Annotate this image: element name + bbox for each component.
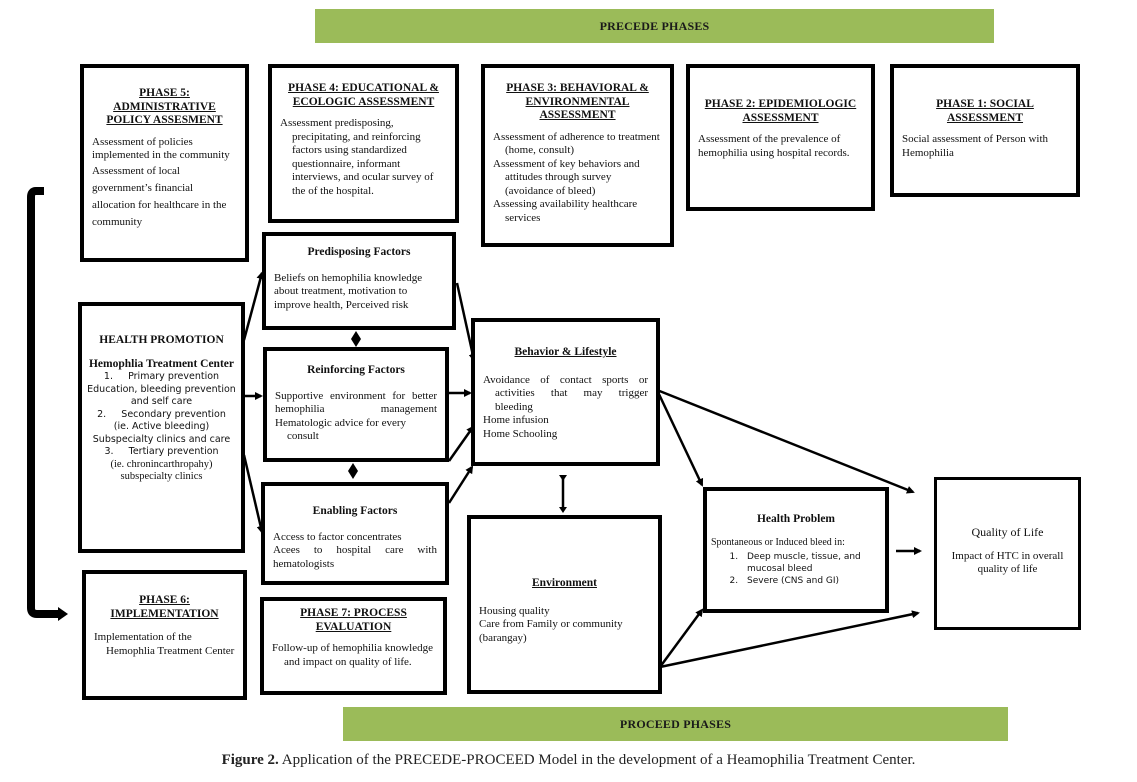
health-promotion-subtitle: Hemophlia Treatment Center xyxy=(88,357,234,370)
behavior-title: Behavior & Lifestyle xyxy=(514,346,617,358)
prevention-item-1-label: Primary prevention xyxy=(128,371,220,382)
behavior-line-1: Avoidance of contact sports or activitie… xyxy=(483,373,648,413)
link-reinforcing-enabling xyxy=(348,463,358,479)
prevention-item-2-detail: (ie. Active bleeding) xyxy=(113,421,210,432)
phase5-box: PHASE 5: ADMINISTRATIVE POLICY ASSESMENT… xyxy=(80,64,249,262)
behavior-line-2: Home infusion xyxy=(483,414,549,426)
figure-caption-text: Application of the PRECEDE-PROCEED Model… xyxy=(278,752,916,768)
prevention-item-3-label: Tertiary prevention xyxy=(128,446,219,457)
phase4-line-1: Assessment predisposing, precipitating, … xyxy=(280,117,434,197)
prevention-item-2: 2. Secondary prevention xyxy=(85,409,238,422)
environment-title: Environment xyxy=(532,577,597,589)
enabling-title: Enabling Factors xyxy=(312,505,398,517)
phase5-line-1: Assessment of policies implemented in th… xyxy=(92,135,230,162)
cycle-bracket-arrowhead xyxy=(58,607,68,621)
phase1-title: PHASE 1: SOCIAL ASSESSMENT xyxy=(936,98,1034,124)
enabling-factors-box: Enabling Factors Access to factor concen… xyxy=(261,482,449,585)
health-problem-item-1: Deep muscle, tissue, and mucosal bleed xyxy=(741,551,881,575)
arrow-environment-to-health-problem xyxy=(658,608,704,668)
enabling-line-2: Acees to hospital care with hematologist… xyxy=(273,544,437,570)
cycle-bracket-arrow xyxy=(27,187,60,618)
reinforcing-title: Reinforcing Factors xyxy=(307,364,405,376)
arrow-enabling-to-behavior xyxy=(447,465,474,504)
prevention-item-2-num: 2. xyxy=(97,408,107,420)
predisposing-line-1: Beliefs on hemophilia knowledge about tr… xyxy=(274,271,423,311)
precede-phases-label: PRECEDE PHASES xyxy=(599,18,710,33)
phase6-box: PHASE 6: IMPLEMENTATION Implementation o… xyxy=(82,570,247,700)
figure-caption: Figure 2. Application of the PRECEDE-PRO… xyxy=(0,752,1137,769)
phase6-line-1: Implementation of the Hemophlia Treatmen… xyxy=(94,631,235,657)
prevention-item-2-label: Secondary prevention xyxy=(121,408,226,420)
prevention-item-1-detail: Education, bleeding prevention and self … xyxy=(87,383,236,408)
phase2-box: PHASE 2: EPIDEMIOLOGIC ASSESSMENT Assess… xyxy=(686,64,875,211)
proceed-phases-band: PROCEED PHASES xyxy=(343,707,1008,741)
health-problem-title: Health Problem xyxy=(756,513,836,525)
prevention-item-1-num: 1. xyxy=(103,371,113,382)
arrow-behavior-to-health-problem xyxy=(655,389,704,487)
health-problem-list: Deep muscle, tissue, and mucosal bleed S… xyxy=(711,551,881,587)
arrow-reinforcing-to-behavior-2 xyxy=(447,425,475,462)
behavior-lifestyle-box: Behavior & Lifestyle Avoidance of contac… xyxy=(471,318,660,466)
arrow-behavior-to-quality xyxy=(656,388,915,494)
phase5-title: PHASE 5: ADMINISTRATIVE POLICY ASSESMENT xyxy=(106,87,223,126)
proceed-phases-label: PROCEED PHASES xyxy=(619,716,732,731)
predisposing-title: Predisposing Factors xyxy=(307,246,411,258)
prevention-item-3-detail: (ie. chronincarthropahy) xyxy=(110,458,213,470)
precede-phases-band: PRECEDE PHASES xyxy=(315,9,994,43)
health-promotion-box: HEALTH PROMOTION Hemophlia Treatment Cen… xyxy=(78,302,245,553)
predisposing-factors-box: Predisposing Factors Beliefs on hemophil… xyxy=(262,232,456,330)
prevention-item-3: 3. Tertiary prevention xyxy=(85,446,238,459)
enabling-line-1: Access to factor concentrates xyxy=(273,530,402,543)
prevention-item-3-detail2: subspecialty clinics xyxy=(120,471,203,482)
phase3-title: PHASE 3: BEHAVIORAL & ENVIRONMENTAL ASSE… xyxy=(506,82,649,121)
environment-line-2: Care from Family or community (barangay) xyxy=(479,618,623,644)
phase1-line-1: Social assessment of Person with Hemophi… xyxy=(902,133,1049,159)
reinforcing-factors-box: Reinforcing Factors Supportive environme… xyxy=(263,347,449,462)
reinforcing-line-1: Supportive environment for better hemoph… xyxy=(275,389,437,416)
prevention-item-1: 1. Primary prevention xyxy=(85,371,238,384)
health-problem-item-2: Severe (CNS and GI) xyxy=(741,575,881,587)
environment-box: Environment Housing quality Care from Fa… xyxy=(467,515,662,694)
health-promotion-title: HEALTH PROMOTION xyxy=(99,334,224,346)
phase6-title: PHASE 6: IMPLEMENTATION xyxy=(110,594,219,620)
phase2-title: PHASE 2: EPIDEMIOLOGIC ASSESSMENT xyxy=(704,98,857,124)
behavior-line-3: Home Schooling xyxy=(483,427,558,440)
phase3-line-2: Assessment of key behaviors and attitude… xyxy=(493,157,640,197)
phase7-title: PHASE 7: PROCESS EVALUATION xyxy=(300,607,407,633)
link-predisposing-reinforcing xyxy=(351,331,361,347)
phase7-box: PHASE 7: PROCESS EVALUATION Follow-up of… xyxy=(260,597,447,695)
phase4-box: PHASE 4: EDUCATIONAL & ECOLOGIC ASSESSME… xyxy=(268,64,459,223)
arrow-hp-to-predisposing xyxy=(242,271,265,341)
phase4-title: PHASE 4: EDUCATIONAL & ECOLOGIC ASSESSME… xyxy=(288,82,439,108)
reinforcing-line-2: Hematologic advice for every consult xyxy=(275,416,407,443)
quality-title: Quality of Life xyxy=(971,525,1044,539)
prevention-item-2-detail2: Subspecialty clinics and care xyxy=(92,433,231,445)
prevention-item-3-num: 3. xyxy=(104,446,114,457)
quality-of-life-box: Quality of Life Impact of HTC in overall… xyxy=(934,477,1081,630)
phase3-box: PHASE 3: BEHAVIORAL & ENVIRONMENTAL ASSE… xyxy=(481,64,674,247)
health-problem-box: Health Problem Spontaneous or Induced bl… xyxy=(703,487,889,613)
quality-line-1: Impact of HTC in overall quality of life xyxy=(951,549,1064,576)
phase5-line-2: Assessment of local government’s financi… xyxy=(92,164,227,228)
phase3-line-3: Assessing availability healthcare servic… xyxy=(493,198,638,224)
phase3-line-1: Assessment of adherence to treatment (ho… xyxy=(493,130,660,157)
arrow-hp-to-enabling xyxy=(242,454,265,534)
phase7-line-1: Follow-up of hemophilia knowledge and im… xyxy=(272,642,434,668)
arrow-environment-to-quality xyxy=(659,610,920,669)
health-problem-intro: Spontaneous or Induced bleed in: xyxy=(711,536,845,548)
phase1-box: PHASE 1: SOCIAL ASSESSMENT Social assess… xyxy=(890,64,1080,197)
figure-caption-label: Figure 2. xyxy=(221,752,279,768)
phase2-line-1: Assessment of the prevalence of hemophil… xyxy=(698,133,850,159)
environment-line-1: Housing quality xyxy=(479,604,550,617)
